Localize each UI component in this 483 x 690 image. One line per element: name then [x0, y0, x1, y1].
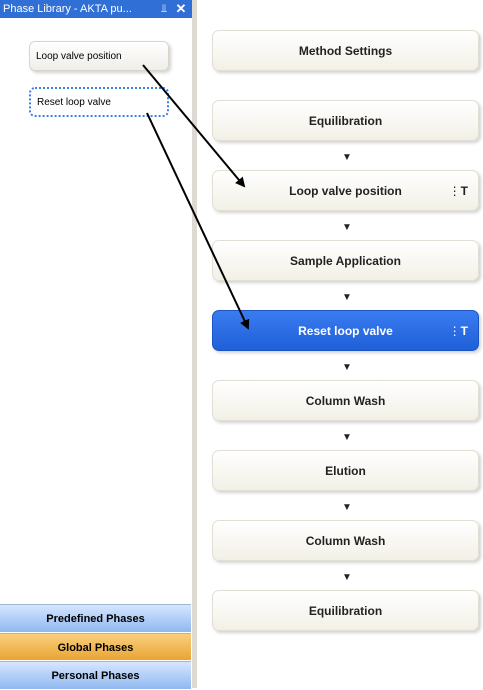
phase-library-panel: Phase Library - AKTA pu... ⫫ ✕ Loop valv…: [0, 0, 194, 689]
flow-arrow-icon: ▼: [342, 292, 352, 303]
tab-label: Personal Phases: [51, 670, 140, 682]
close-icon[interactable]: ✕: [174, 0, 188, 18]
phase-label: Reset loop valve: [298, 324, 393, 338]
text-instruction-icon: ⋮T: [448, 324, 468, 338]
tab-personal-phases[interactable]: Personal Phases: [0, 661, 191, 689]
tab-global-phases[interactable]: Global Phases: [0, 633, 191, 660]
phase-label: Column Wash: [305, 534, 386, 548]
phase-loop-valve-position[interactable]: Loop valve position ⋮T: [212, 170, 479, 211]
tab-label: Global Phases: [57, 642, 134, 654]
phase-column-wash-2[interactable]: Column Wash: [212, 520, 479, 561]
text-instruction-icon: ⋮T: [448, 184, 468, 198]
phase-elution[interactable]: Elution: [212, 450, 479, 491]
panel-title-bar: Phase Library - AKTA pu... ⫫ ✕: [0, 0, 192, 18]
phase-label: Sample Application: [290, 254, 401, 268]
tab-label: Predefined Phases: [46, 613, 145, 625]
phase-label: Column Wash: [305, 394, 386, 408]
library-item-reset-loop-valve[interactable]: Reset loop valve: [29, 87, 169, 117]
phase-sample-application[interactable]: Sample Application: [212, 240, 479, 281]
flow-arrow-icon: ▼: [342, 432, 352, 443]
phase-label: Equilibration: [308, 114, 383, 128]
library-item-loop-valve-position[interactable]: Loop valve position: [29, 41, 169, 71]
pin-icon[interactable]: ⫫: [158, 0, 170, 18]
library-item-label: Loop valve position: [36, 51, 122, 62]
library-item-label: Reset loop valve: [37, 97, 111, 108]
phase-label: Elution: [325, 464, 366, 478]
flow-arrow-icon: ▼: [342, 222, 352, 233]
phase-method-settings[interactable]: Method Settings: [212, 30, 479, 71]
flow-arrow-icon: ▼: [342, 362, 352, 373]
tab-predefined-phases[interactable]: Predefined Phases: [0, 604, 191, 632]
phase-label: Equilibration: [308, 604, 383, 618]
phase-equilibration[interactable]: Equilibration: [212, 100, 479, 141]
phase-equilibration-2[interactable]: Equilibration: [212, 590, 479, 631]
phase-column-wash[interactable]: Column Wash: [212, 380, 479, 421]
panel-title: Phase Library - AKTA pu...: [3, 3, 132, 15]
flow-arrow-icon: ▼: [342, 572, 352, 583]
flow-arrow-icon: ▼: [342, 502, 352, 513]
panel-splitter[interactable]: [192, 0, 197, 688]
flow-arrow-icon: ▼: [342, 152, 352, 163]
phase-label: Loop valve position: [289, 184, 402, 198]
phase-reset-loop-valve[interactable]: Reset loop valve ⋮T: [212, 310, 479, 351]
phase-label: Method Settings: [298, 44, 393, 58]
